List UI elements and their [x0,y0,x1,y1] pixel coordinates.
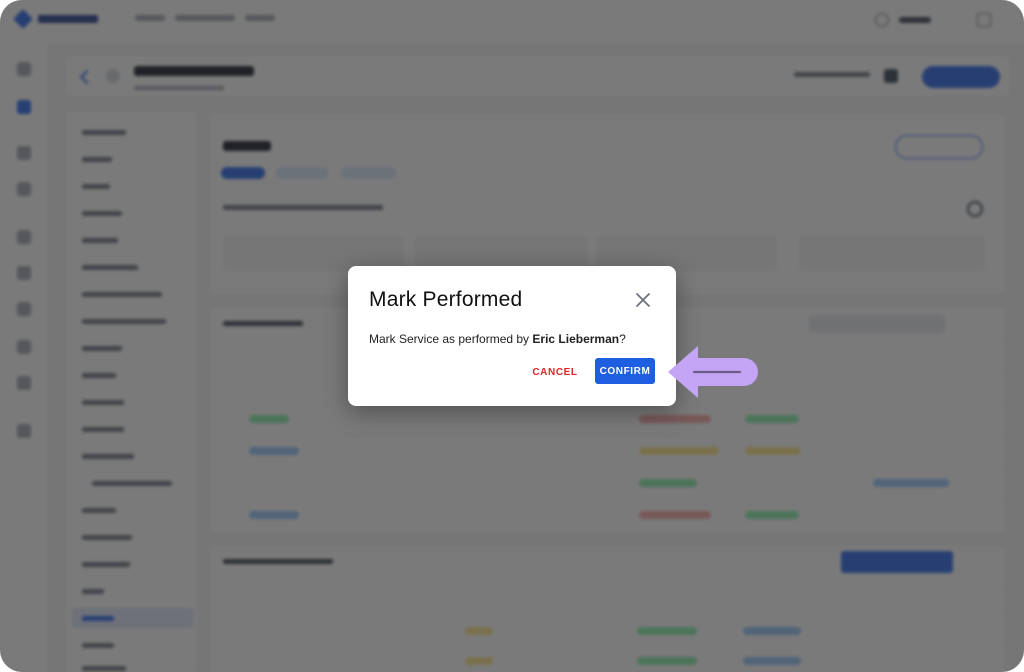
message-suffix: ? [619,332,626,346]
mark-performed-dialog: Mark Performed Mark Service as performed… [348,266,676,406]
arrow-left-icon [668,346,758,398]
app-frame: Mark Performed Mark Service as performed… [0,0,1024,672]
dialog-message: Mark Service as performed by Eric Lieber… [369,332,626,346]
close-icon [636,293,650,307]
message-prefix: Mark Service as performed by [369,332,533,346]
cancel-button[interactable]: CANCEL [530,360,580,384]
dialog-title: Mark Performed [369,288,523,311]
performer-name: Eric Lieberman [532,332,620,346]
close-button[interactable] [634,291,652,309]
confirm-button[interactable]: CONFIRM [595,358,655,384]
